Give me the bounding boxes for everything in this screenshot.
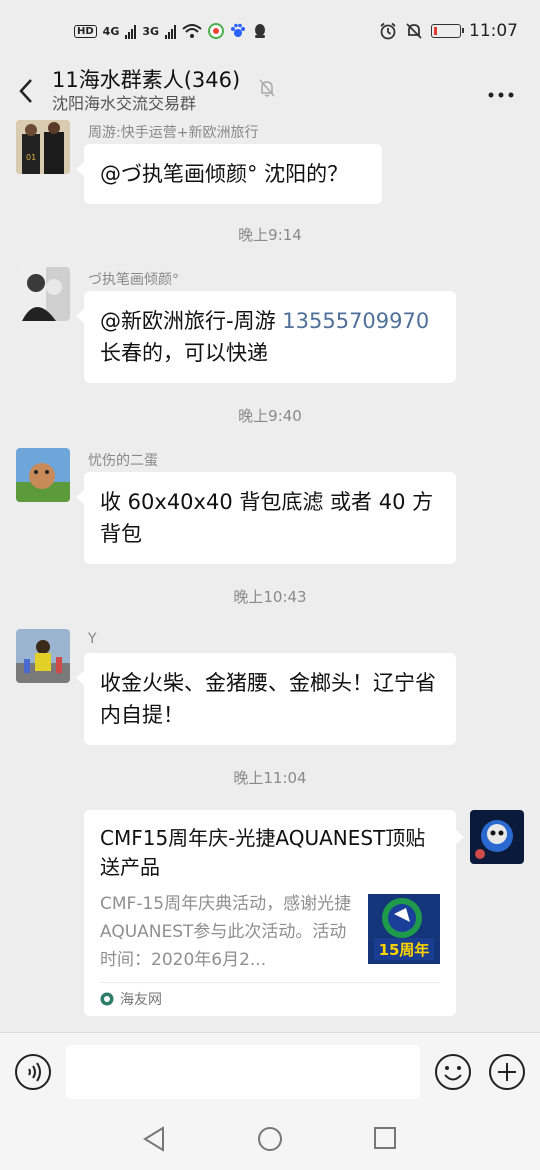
sender-name: づ执笔画倾颜°	[88, 272, 179, 288]
chat-title: 11海水群素人(346)	[52, 68, 241, 92]
nav-home-button[interactable]	[257, 1126, 283, 1156]
sender-name: Y	[88, 631, 97, 647]
wifi-icon	[182, 24, 202, 38]
timestamp: 晚上10:43	[233, 588, 307, 606]
svg-text:01: 01	[26, 153, 36, 162]
phone-link[interactable]: 13555709970	[282, 309, 429, 333]
status-right: 11:07	[379, 21, 518, 41]
message-text: 长春的，可以快递	[100, 341, 268, 365]
message-bubble[interactable]: @づ执笔画倾颜° 沈阳的？	[76, 144, 382, 204]
mute-icon	[259, 79, 275, 97]
nav-home-icon	[258, 1127, 282, 1151]
chat-area[interactable]: 01 周游:快手运营+新欧洲旅行 @づ执笔画倾颜° 沈阳的？ 晚上9:14 づ执…	[0, 120, 540, 1030]
clock: 11:07	[469, 21, 518, 41]
emoji-button[interactable]	[434, 1053, 472, 1095]
status-left: HD 4G 3G	[74, 23, 268, 39]
nav-recent-icon	[374, 1127, 396, 1149]
network-3g-label: 3G	[142, 24, 160, 38]
alarm-icon	[380, 22, 396, 40]
status-bar: HD 4G 3G 11:07	[0, 0, 540, 62]
avatar[interactable]	[16, 267, 70, 321]
avatar[interactable]	[16, 448, 70, 502]
card-description: CMF-15周年庆典活动，感谢光捷AQUANEST参与此次活动。活动时间：202…	[100, 894, 352, 970]
back-button[interactable]	[0, 62, 52, 120]
battery-level	[434, 27, 438, 35]
message-bubble[interactable]: 收 60x40x40 背包底滤 或者 40 方背包	[76, 472, 456, 564]
voice-icon	[15, 1054, 51, 1090]
nav-back-icon	[143, 1126, 164, 1152]
emoji-icon	[435, 1054, 471, 1090]
system-nav-bar	[0, 1110, 540, 1170]
sender-name: 周游:快手运营+新欧洲旅行	[88, 125, 259, 141]
source-name: 海友网	[120, 992, 162, 1008]
card-source: 海友网	[100, 982, 440, 1009]
my-avatar[interactable]	[470, 810, 524, 864]
mention-text: @新欧洲旅行-周游	[100, 309, 283, 333]
card-thumbnail: 15周年	[368, 894, 440, 964]
thumb-label: 15周年	[379, 941, 430, 959]
message-input[interactable]	[66, 1045, 420, 1099]
message-bubble[interactable]: @新欧洲旅行-周游 13555709970 长春的，可以快递	[76, 291, 456, 383]
nav-recent-button[interactable]	[373, 1126, 397, 1154]
battery-icon	[431, 24, 464, 38]
timestamp: 晚上9:14	[238, 226, 302, 244]
more-icon	[488, 92, 514, 98]
input-bar	[0, 1032, 540, 1110]
avatar[interactable]	[16, 629, 70, 683]
card-title: CMF15周年庆-光捷AQUANEST顶贴送产品	[100, 826, 426, 879]
timestamp: 晚上9:40	[238, 407, 302, 425]
sender-name: 忧伤的二蛋	[88, 453, 158, 469]
timestamp: 晚上11:04	[233, 769, 307, 787]
hd-badge: HD	[74, 24, 97, 38]
more-button[interactable]	[488, 76, 514, 106]
voice-button[interactable]	[14, 1053, 52, 1095]
chat-subtitle: 沈阳海水交流交易群	[52, 94, 197, 113]
avatar[interactable]: 01	[16, 120, 70, 174]
chat-titles[interactable]: 11海水群素人(346) 沈阳海水交流交易群	[52, 67, 540, 115]
signal-icon-2	[165, 23, 177, 39]
shared-link-card[interactable]: CMF15周年庆-光捷AQUANEST顶贴送产品 CMF-15周年庆典活动，感谢…	[84, 810, 464, 1016]
signal-icon	[125, 23, 137, 39]
app-notification-icon	[208, 23, 225, 39]
network-4g-label: 4G	[102, 24, 120, 38]
plus-button[interactable]	[488, 1053, 526, 1095]
back-icon	[19, 79, 32, 103]
mute-bell-icon	[406, 23, 422, 39]
qq-icon	[255, 24, 266, 38]
plus-icon	[489, 1054, 525, 1090]
nav-back-button[interactable]	[142, 1126, 166, 1156]
source-logo-icon	[100, 992, 114, 1006]
baidu-paw-icon	[231, 23, 246, 37]
message-bubble[interactable]: 收金火柴、金猪腰、金榔头！辽宁省内自提！	[76, 653, 456, 745]
